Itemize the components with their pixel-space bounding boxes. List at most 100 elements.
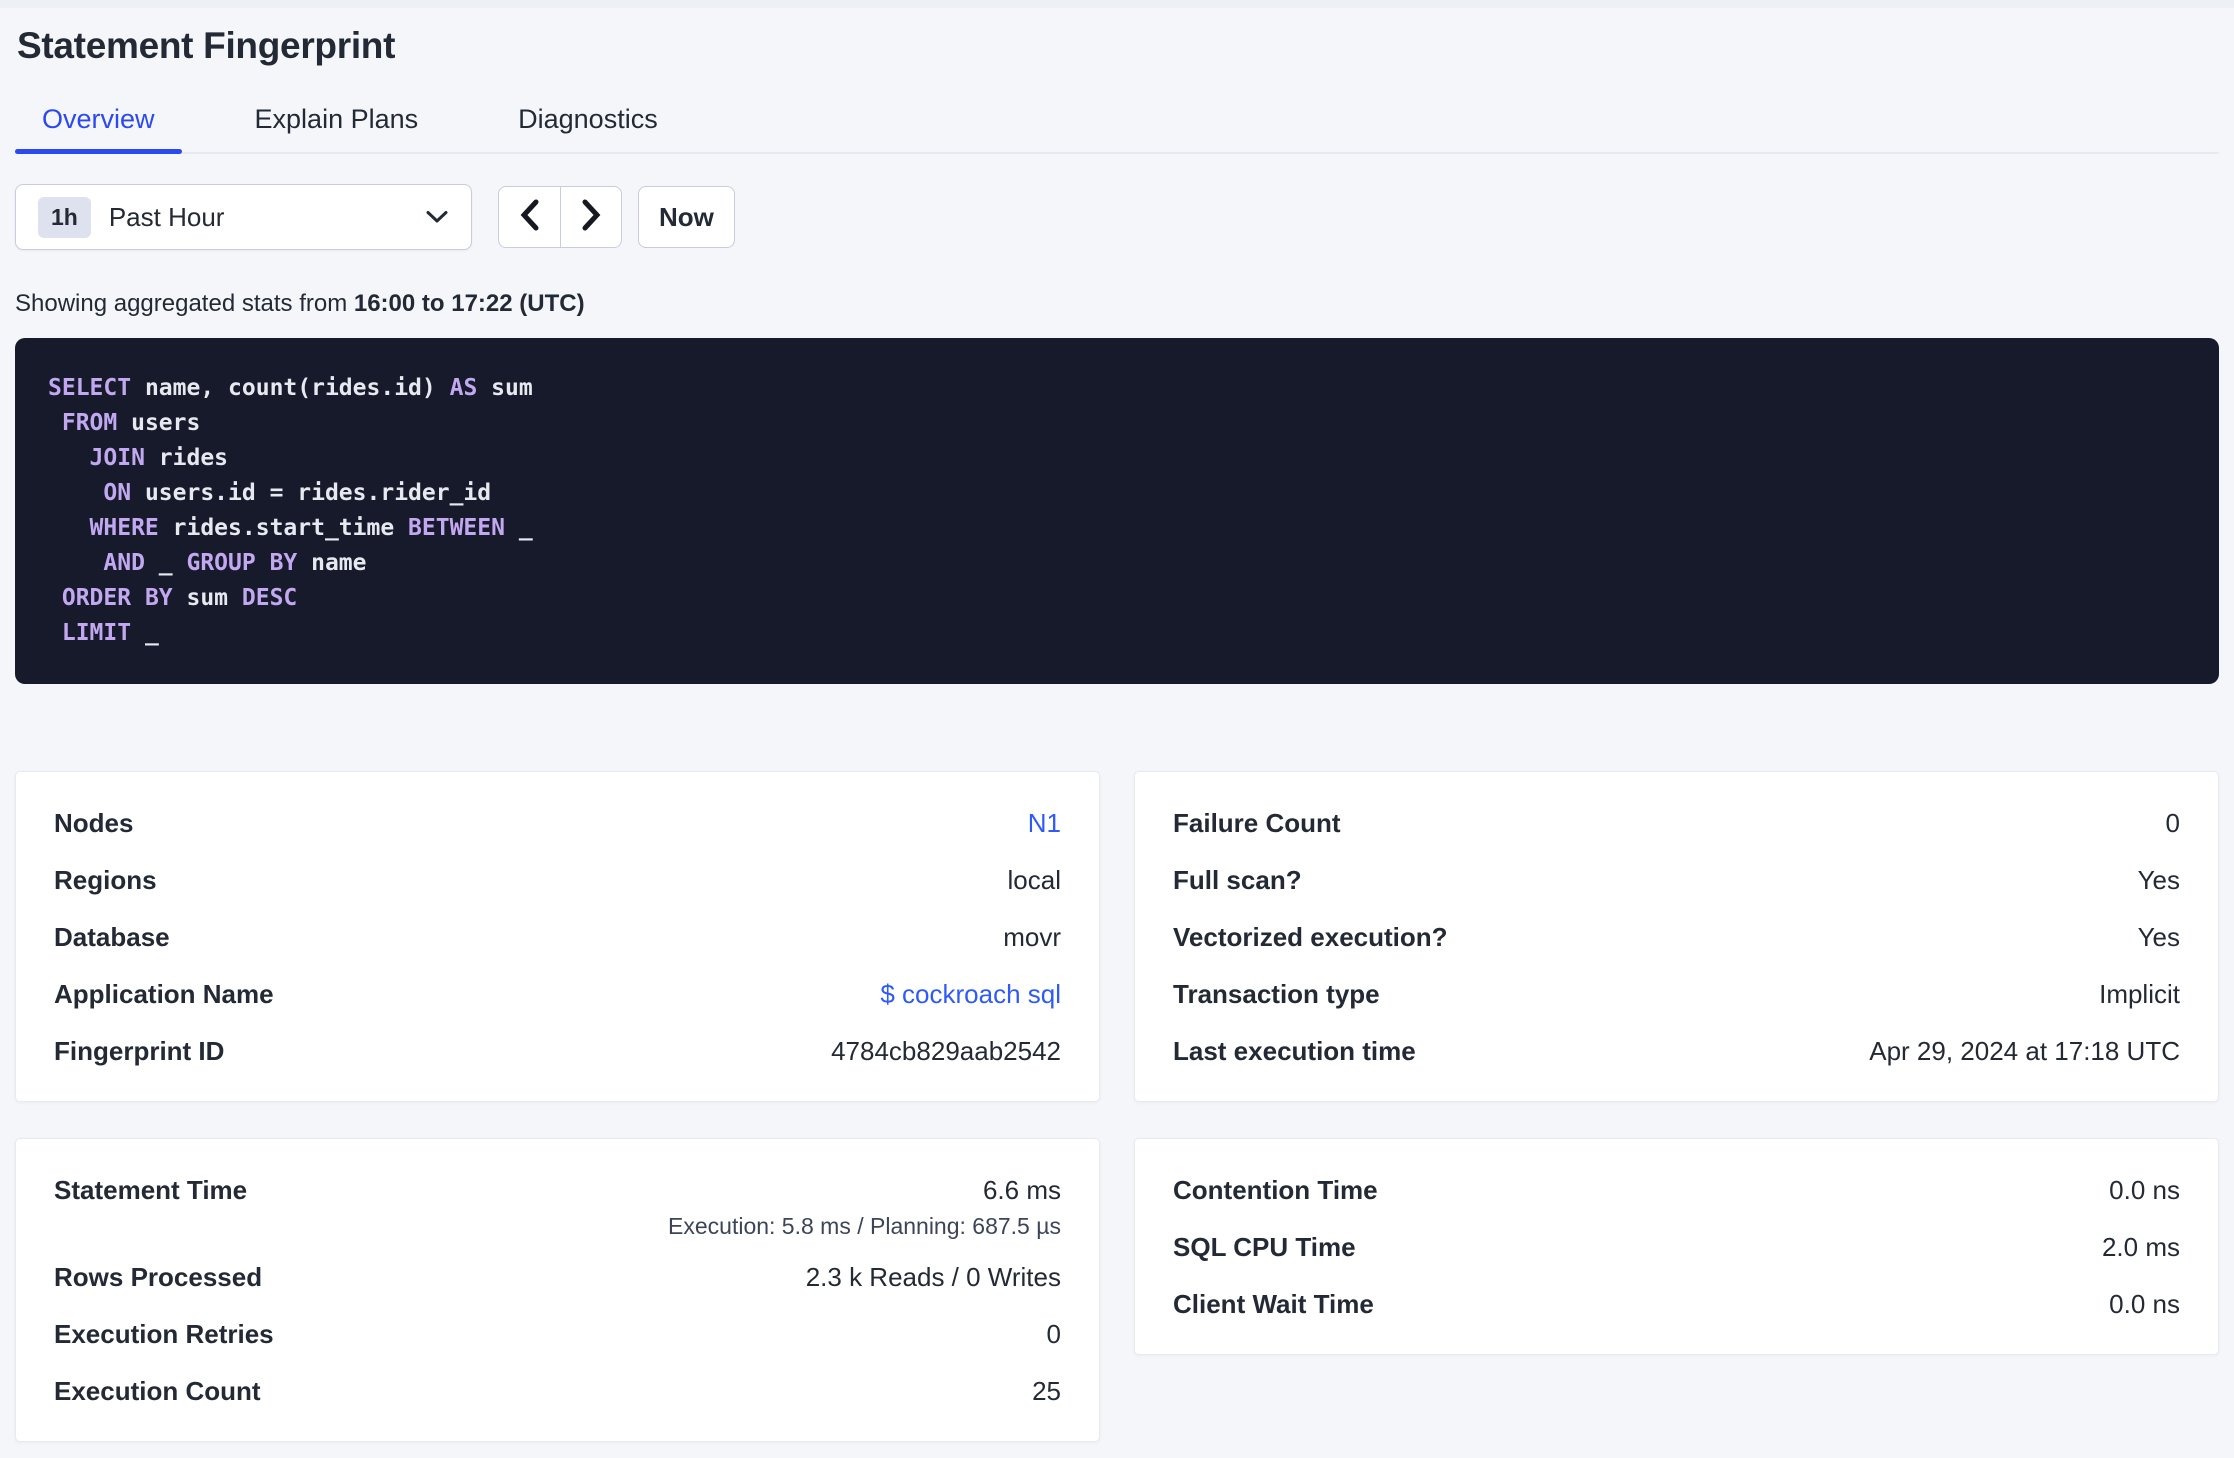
wait-times-card: Contention Time 0.0 ns SQL CPU Time 2.0 ms C… [1134, 1138, 2219, 1355]
sql-text: _ [504, 515, 533, 541]
time-range-pager [498, 186, 622, 248]
sql-text: users [117, 410, 201, 436]
stat-row: SQL CPU Time 2.0 ms [1173, 1232, 2180, 1267]
sql-line: FROM users [48, 406, 2186, 441]
stat-row: Client Wait Time 0.0 ns [1173, 1289, 2180, 1324]
stat-value-wrap: movr [1003, 922, 1061, 953]
stat-row: Application Name $ cockroach sql [54, 979, 1061, 1014]
sql-keyword: FROM [61, 410, 118, 436]
sql-text: _ [131, 620, 159, 646]
sql-keyword: AS [449, 375, 478, 401]
stat-value: 6.6 ms [982, 1175, 1061, 1205]
stat-row: Nodes N1 [54, 808, 1061, 843]
stat-value-wrap: $ cockroach sql [880, 979, 1061, 1010]
page-title: Statement Fingerprint [17, 25, 396, 66]
stat-label: Regions [54, 865, 157, 895]
sql-line: LIMIT _ [48, 616, 2186, 651]
stat-label: Rows Processed [54, 1262, 263, 1292]
stats-cards-grid: Nodes N1 Regions local Database movr Applicati… [15, 771, 2219, 1442]
stat-row: Transaction type Implicit [1173, 979, 2180, 1014]
tab-overview-label: Overview [42, 104, 155, 134]
stat-value: Yes [2137, 922, 2180, 952]
stat-value-wrap: 0.0 ns [2109, 1175, 2180, 1206]
stat-label: Client Wait Time [1173, 1289, 1374, 1319]
chevron-right-icon [578, 198, 604, 237]
stat-row: Fingerprint ID 4784cb829aab2542 [54, 1036, 1061, 1071]
stat-label: Database [54, 922, 170, 952]
stat-value-wrap: Yes [2138, 865, 2180, 896]
sql-keyword: DESC [241, 585, 298, 611]
stat-row: Statement Time 6.6 ms Execution: 5.8 ms / … [54, 1175, 1061, 1240]
stat-value: Apr 29, 2024 at 17:18 UTC [1869, 1036, 2180, 1066]
sql-keyword: WHERE [89, 515, 159, 541]
tab-diagnostics-label: Diagnostics [518, 104, 658, 134]
stat-value: 0 [2165, 808, 2180, 838]
sql-keyword: SELECT [48, 375, 132, 401]
stat-value-wrap: local [1008, 865, 1061, 896]
stat-value-wrap: Implicit [2099, 979, 2180, 1010]
stat-subvalue: Execution: 5.8 ms / Planning: 687.5 µs [668, 1213, 1061, 1239]
stat-value-link[interactable]: $ cockroach sql [880, 979, 1061, 1009]
stat-value: movr [1003, 922, 1061, 952]
sql-text: _ [144, 550, 187, 576]
sql-text: name, count(rides.id) [131, 375, 450, 401]
stat-value: Implicit [2099, 979, 2180, 1009]
stat-row: Execution Retries 0 [54, 1319, 1061, 1354]
stat-label: Failure Count [1173, 808, 1341, 838]
chevron-down-icon [425, 210, 449, 224]
now-button[interactable]: Now [638, 186, 735, 248]
stat-value-link[interactable]: N1 [1028, 808, 1061, 838]
sql-text: users.id = rides.rider_id [131, 480, 492, 506]
tab-explain-plans[interactable]: Explain Plans [228, 103, 446, 152]
next-time-range-button[interactable] [560, 187, 621, 247]
sql-text: rides [144, 445, 229, 471]
caption-prefix: Showing aggregated stats from [15, 290, 354, 317]
stat-label: Execution Count [54, 1376, 261, 1406]
tab-overview[interactable]: Overview [15, 103, 182, 154]
sql-line: AND _ GROUP BY name [48, 546, 2186, 581]
stat-row: Execution Count 25 [54, 1376, 1061, 1411]
stat-row: Database movr [54, 922, 1061, 957]
time-range-badge: 1h [38, 196, 91, 238]
sql-keyword: GROUP BY [186, 550, 298, 576]
stat-row: Vectorized execution? Yes [1173, 922, 2180, 957]
stat-label: SQL CPU Time [1173, 1232, 1356, 1262]
sql-text: name [297, 550, 367, 576]
sql-statement-box: SELECT name, count(rides.id) AS sum FROM… [15, 338, 2219, 684]
sql-keyword: LIMIT [61, 620, 132, 646]
stat-value-wrap: 6.6 ms Execution: 5.8 ms / Planning: 687.… [668, 1175, 1061, 1240]
stat-label: Contention Time [1173, 1175, 1378, 1205]
stat-value: 2.3 k Reads / 0 Writes [805, 1262, 1061, 1292]
time-toolbar: 1h Past Hour Now [15, 184, 2219, 250]
stat-value: local [1007, 865, 1061, 895]
stat-value: 4784cb829aab2542 [831, 1036, 1061, 1066]
stat-label: Full scan? [1173, 865, 1302, 895]
sql-line: ON users.id = rides.rider_id [48, 476, 2186, 511]
caption-time-range: 16:00 to 17:22 (UTC) [353, 290, 585, 317]
tab-diagnostics[interactable]: Diagnostics [491, 103, 685, 152]
previous-time-range-button[interactable] [499, 187, 560, 247]
stat-row: Failure Count 0 [1173, 808, 2180, 843]
sql-keyword: ORDER BY [61, 585, 173, 611]
sql-text: sum [172, 585, 242, 611]
stat-value-wrap: 2.3 k Reads / 0 Writes [806, 1262, 1061, 1293]
sql-keyword: BETWEEN [408, 515, 505, 541]
sql-line: WHERE rides.start_time BETWEEN _ [48, 511, 2186, 546]
time-range-selected-label: Past Hour [108, 201, 225, 232]
statement-fingerprint-page: Statement Fingerprint Overview Explain P… [0, 24, 2234, 1442]
stat-value-wrap: 25 [1032, 1376, 1061, 1407]
stat-row: Full scan? Yes [1173, 865, 2180, 900]
stat-row: Rows Processed 2.3 k Reads / 0 Writes [54, 1262, 1061, 1297]
tab-explain-plans-label: Explain Plans [254, 104, 419, 134]
stat-row: Regions local [54, 865, 1061, 900]
statement-details-card: Nodes N1 Regions local Database movr Applicati… [15, 771, 1100, 1102]
stat-value-wrap: 0 [2166, 808, 2180, 839]
time-range-dropdown[interactable]: 1h Past Hour [15, 184, 472, 250]
sql-keyword: JOIN [89, 445, 145, 471]
